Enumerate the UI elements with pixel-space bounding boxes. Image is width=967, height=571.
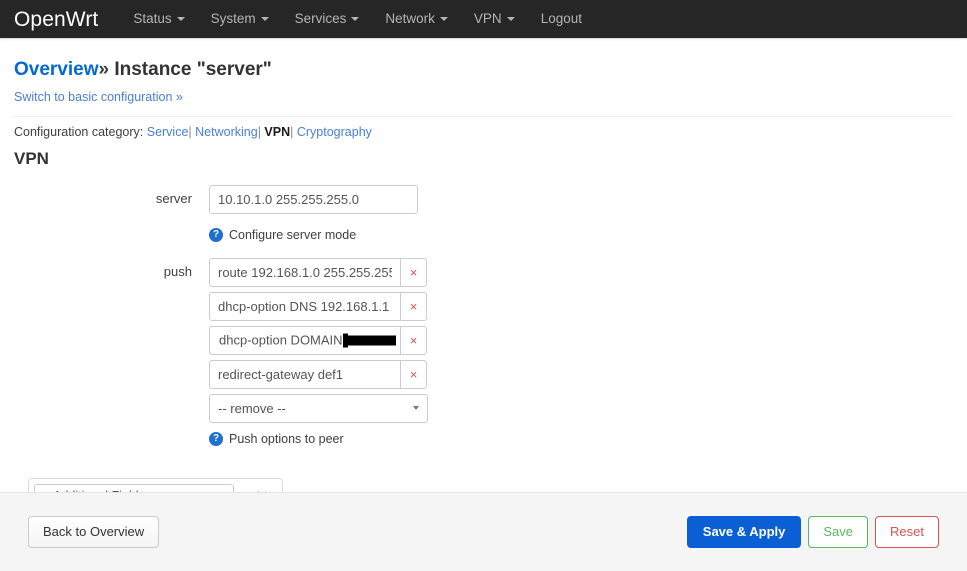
- hint-text: Configure server mode: [229, 227, 357, 242]
- switch-to-basic-configuration-link[interactable]: Switch to basic configuration »: [14, 90, 183, 104]
- chevron-down-icon: [351, 17, 360, 21]
- form-row-push: push × × dhcp-option DOMAIN × ×: [14, 257, 953, 446]
- category-link-networking[interactable]: Networking: [195, 125, 258, 139]
- redaction-bar: [347, 335, 396, 346]
- push-list-item: ×: [209, 257, 428, 287]
- nav-item-logout[interactable]: Logout: [528, 0, 595, 38]
- remove-entry-button-2[interactable]: ×: [400, 291, 427, 321]
- push-list-item: dhcp-option DOMAIN ×: [209, 325, 428, 355]
- push-entry-input-2[interactable]: [209, 291, 401, 321]
- category-link-cryptography[interactable]: Cryptography: [297, 125, 372, 139]
- hint-server: ? Configure server mode: [209, 227, 953, 242]
- breadcrumb-overview-link[interactable]: Overview: [14, 59, 99, 80]
- remove-entry-button-3[interactable]: ×: [400, 325, 427, 355]
- category-link-vpn-active[interactable]: VPN: [264, 125, 290, 139]
- nav-item-label: Services: [294, 11, 347, 26]
- nav-item-services[interactable]: Services: [282, 0, 373, 38]
- remove-entry-button-4[interactable]: ×: [400, 359, 427, 389]
- form-footer: Back to Overview Save & Apply Save Reset: [0, 492, 967, 571]
- hint-push: ? Push options to peer: [209, 431, 953, 446]
- chevron-down-icon: [439, 17, 448, 21]
- push-list-item: ×: [209, 291, 428, 321]
- category-link-service[interactable]: Service: [147, 125, 189, 139]
- push-entry-input-4[interactable]: [209, 359, 401, 389]
- nav-item-label: Logout: [540, 11, 582, 26]
- nav-item-network[interactable]: Network: [372, 0, 461, 38]
- server-input[interactable]: [209, 184, 418, 214]
- hint-text: Push options to peer: [229, 431, 344, 446]
- chevron-down-icon: [260, 17, 269, 21]
- page-container: Overview» Instance "server" Switch to ba…: [0, 58, 967, 515]
- category-separator: |: [290, 124, 294, 139]
- push-list-item: ×: [209, 359, 428, 389]
- nav-item-status[interactable]: Status: [120, 0, 197, 38]
- field-control-push: × × dhcp-option DOMAIN × × -- remove --: [209, 257, 953, 446]
- brand-logo[interactable]: OpenWrt: [14, 9, 98, 30]
- push-remove-select-value: -- remove --: [218, 400, 286, 416]
- help-circle-icon: ?: [209, 431, 223, 446]
- push-entry-input-3[interactable]: dhcp-option DOMAIN: [209, 325, 401, 355]
- breadcrumb-current: Instance "server": [114, 59, 272, 80]
- nav-item-system[interactable]: System: [198, 0, 282, 38]
- chevron-down-icon: [506, 17, 515, 21]
- chevron-down-icon: [176, 17, 185, 21]
- push-remove-select[interactable]: -- remove --: [209, 393, 428, 423]
- push-entry-text-3: dhcp-option DOMAIN: [219, 333, 396, 348]
- nav-item-label: System: [210, 11, 256, 26]
- divider: [14, 115, 953, 117]
- back-to-overview-button[interactable]: Back to Overview: [28, 516, 160, 548]
- push-entry-visible-text: dhcp-option DOMAIN: [219, 332, 343, 348]
- page-title: Overview» Instance "server": [14, 58, 953, 82]
- remove-entry-button-1[interactable]: ×: [400, 257, 427, 287]
- nav-item-label: VPN: [473, 11, 502, 26]
- nav-item-label: Network: [385, 11, 435, 26]
- top-navbar: OpenWrt Status System Services Network V…: [0, 0, 967, 38]
- nav-item-label: Status: [133, 11, 172, 26]
- category-separator: |: [188, 124, 192, 139]
- save-button[interactable]: Save: [808, 516, 869, 548]
- field-label-push: push: [163, 263, 192, 279]
- configuration-category-label: Configuration category:: [14, 124, 144, 139]
- section-title: VPN: [14, 148, 49, 168]
- field-label-server: server: [155, 190, 192, 206]
- redaction-bar-tick: [342, 333, 348, 348]
- category-separator: |: [257, 124, 261, 139]
- form-row-server: server ? Configure server mode: [14, 184, 953, 242]
- nav-item-vpn[interactable]: VPN: [461, 0, 528, 38]
- reset-button[interactable]: Reset: [875, 516, 939, 548]
- chevron-down-icon: [413, 406, 419, 411]
- nav-links: Status System Services Network VPN Logou…: [120, 0, 595, 38]
- help-circle-icon: ?: [209, 227, 223, 242]
- footer-actions: Save & Apply Save Reset: [686, 516, 939, 548]
- configuration-category-row: Configuration category: Service| Network…: [14, 125, 953, 139]
- push-entry-input-1[interactable]: [209, 257, 401, 287]
- field-control-server: ? Configure server mode: [209, 184, 953, 242]
- save-and-apply-button[interactable]: Save & Apply: [686, 516, 802, 548]
- breadcrumb-separator: »: [98, 59, 110, 80]
